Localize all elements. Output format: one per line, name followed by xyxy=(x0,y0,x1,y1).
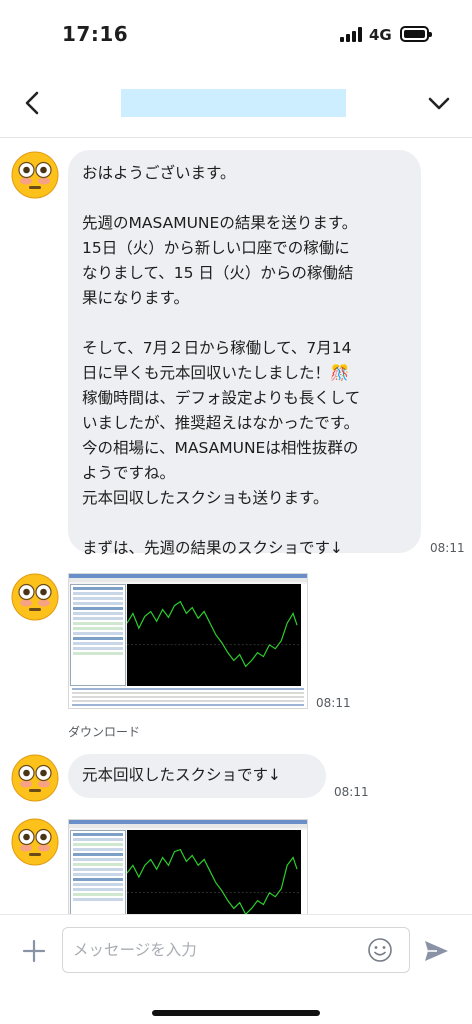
message-line: 稼働時間は、デフォ設定よりも長くして xyxy=(82,389,361,407)
smiley-icon xyxy=(368,938,392,962)
message-time: 08:11 xyxy=(316,696,351,710)
flushed-face-icon xyxy=(11,818,59,866)
status-time: 17:16 xyxy=(62,22,129,46)
message-input-bar xyxy=(0,914,472,1024)
image-thumbnail[interactable] xyxy=(68,573,308,709)
message-line: そして、7月２日から稼働して、7月14 xyxy=(82,339,352,357)
send-button[interactable] xyxy=(422,937,450,965)
message-line: 先週のMASAMUNEの結果を送ります。 xyxy=(82,214,358,232)
chevron-left-icon xyxy=(25,91,39,115)
signal-icon xyxy=(340,27,362,42)
message-time: 08:11 xyxy=(334,785,369,799)
message-input[interactable] xyxy=(73,928,363,972)
status-bar: 17:16 4G xyxy=(0,0,472,68)
trading-chart-line xyxy=(127,848,301,914)
message-line: 元本回収したスクショです↓ xyxy=(82,766,281,784)
send-icon xyxy=(425,941,448,961)
message-line: いましたが、推奨超えはなかったです。 xyxy=(82,414,360,432)
message-list[interactable]: おはようございます。 先週のMASAMUNEの結果を送ります。 15日（火）から… xyxy=(0,139,472,914)
image-thumbnail[interactable] xyxy=(68,819,308,914)
chat-header xyxy=(0,68,472,138)
back-button[interactable] xyxy=(18,88,48,118)
message-line: ようですね。 xyxy=(82,464,176,482)
sender-avatar[interactable] xyxy=(10,753,60,803)
emoji-button[interactable] xyxy=(367,937,393,963)
message-line xyxy=(82,511,421,536)
header-menu-button[interactable] xyxy=(424,88,454,118)
message-line: 元本回収したスクショも送ります。 xyxy=(82,489,329,507)
flushed-face-icon xyxy=(11,151,59,199)
message-line: なりまして、15 日（火）からの稼働結 xyxy=(82,264,354,282)
message-line: おはようございます。 xyxy=(82,164,236,182)
home-indicator xyxy=(152,1010,320,1016)
sender-avatar[interactable] xyxy=(10,572,60,622)
sender-avatar[interactable] xyxy=(10,817,60,867)
download-link[interactable]: ダウンロード xyxy=(68,723,140,740)
message-line: まずは、先週の結果のスクショです↓ xyxy=(82,539,343,557)
chat-title xyxy=(121,89,346,117)
trading-chart-line xyxy=(127,600,301,668)
sender-avatar[interactable] xyxy=(10,150,60,200)
flushed-face-icon xyxy=(11,573,59,621)
message-time: 08:11 xyxy=(430,541,465,555)
plus-icon xyxy=(22,939,46,963)
message-line: 今の相場に、MASAMUNEは相性抜群の xyxy=(82,439,359,457)
add-attachment-button[interactable] xyxy=(20,937,48,965)
message-line xyxy=(82,311,421,336)
message-line xyxy=(82,186,421,211)
chevron-down-icon xyxy=(428,97,450,110)
message-line: 15日（火）から新しい口座での稼働に xyxy=(82,239,350,257)
network-type: 4G xyxy=(369,26,392,44)
battery-icon xyxy=(400,26,432,42)
message-bubble[interactable]: 元本回収したスクショです↓ xyxy=(68,754,326,798)
message-line: 日に早くも元本回収いたしました！🎊 xyxy=(82,364,350,382)
message-bubble[interactable]: おはようございます。 先週のMASAMUNEの結果を送ります。 15日（火）から… xyxy=(68,150,421,557)
flushed-face-icon xyxy=(11,754,59,802)
message-input-field[interactable] xyxy=(62,927,410,973)
message-line: 果になります。 xyxy=(82,289,189,307)
